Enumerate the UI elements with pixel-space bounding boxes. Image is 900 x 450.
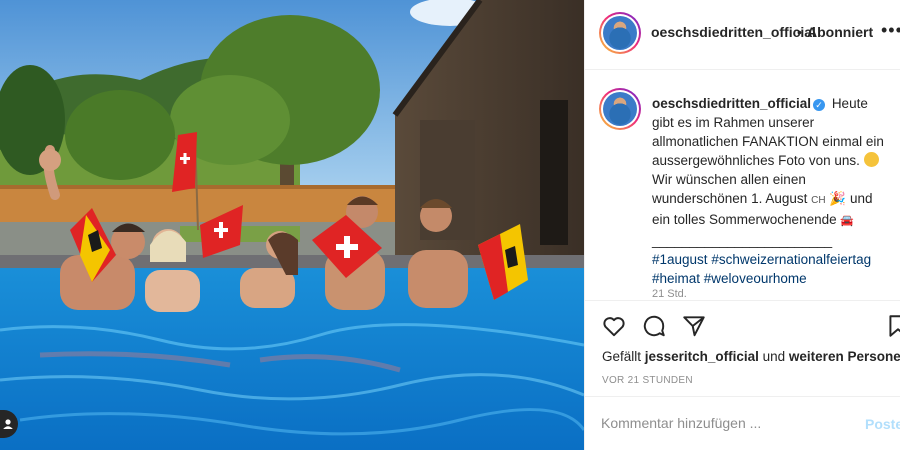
- author-username[interactable]: oeschsdiedritten_official: [651, 24, 816, 40]
- author-avatar[interactable]: [599, 12, 641, 54]
- likes-others-link[interactable]: weiteren Personen: [789, 349, 900, 364]
- user-icon: [3, 419, 13, 429]
- post-header: oeschsdiedritten_official • Abonniert ••…: [585, 0, 900, 70]
- caption-author-avatar[interactable]: [599, 88, 641, 130]
- hashtag-weloveourhome[interactable]: #weloveourhome: [704, 271, 807, 286]
- post-comment-button[interactable]: Posten: [865, 416, 900, 432]
- post-caption: oeschsdiedritten_official ✓ Heute gibt es…: [585, 70, 900, 300]
- hashtag-1august[interactable]: #1august: [652, 252, 708, 267]
- comment-box: Posten: [585, 396, 900, 450]
- header-separator: •: [797, 24, 802, 40]
- party-popper-emoji-icon: 🎉: [829, 191, 847, 206]
- hashtag-schweizernationalfeiertag[interactable]: #schweizernationalfeiertag: [711, 252, 871, 267]
- share-icon[interactable]: [681, 313, 707, 339]
- caption-separator-line: ________________________: [652, 233, 833, 248]
- comment-icon[interactable]: [641, 313, 667, 339]
- caption-line-2: Wir wünschen allen einen wunderschönen 1…: [652, 172, 808, 206]
- hashtag-heimat[interactable]: #heimat: [652, 271, 700, 286]
- bookmark-icon[interactable]: [885, 313, 900, 339]
- caption-text: oeschsdiedritten_official ✓ Heute gibt es…: [652, 94, 892, 288]
- likes-mid: und: [762, 349, 786, 364]
- post-photo[interactable]: [0, 0, 584, 450]
- post-actions: Gefällt jesseritch_official und weiteren…: [585, 300, 900, 396]
- swiss-flag-text: CH: [811, 195, 826, 206]
- comment-input[interactable]: [601, 411, 841, 435]
- post-sidebar: oeschsdiedritten_official • Abonniert ••…: [584, 0, 900, 450]
- post-timestamp[interactable]: VOR 21 STUNDEN: [602, 375, 693, 386]
- heart-icon[interactable]: [601, 313, 627, 339]
- caption-username[interactable]: oeschsdiedritten_official: [652, 96, 811, 111]
- follow-status-button[interactable]: Abonniert: [807, 24, 873, 40]
- likes-summary: Gefällt jesseritch_official und weiteren…: [602, 349, 900, 364]
- smiling-face-emoji-icon: [863, 152, 879, 167]
- pool-party-photo: [0, 0, 584, 450]
- more-options-icon[interactable]: •••: [881, 20, 900, 41]
- verified-badge-icon: ✓: [813, 99, 826, 111]
- liked-by-user[interactable]: jesseritch_official: [645, 349, 759, 364]
- caption-time-ago[interactable]: 21 Std.: [652, 288, 687, 300]
- likes-prefix: Gefällt: [602, 349, 642, 364]
- car-emoji-icon: 🚘: [840, 215, 855, 227]
